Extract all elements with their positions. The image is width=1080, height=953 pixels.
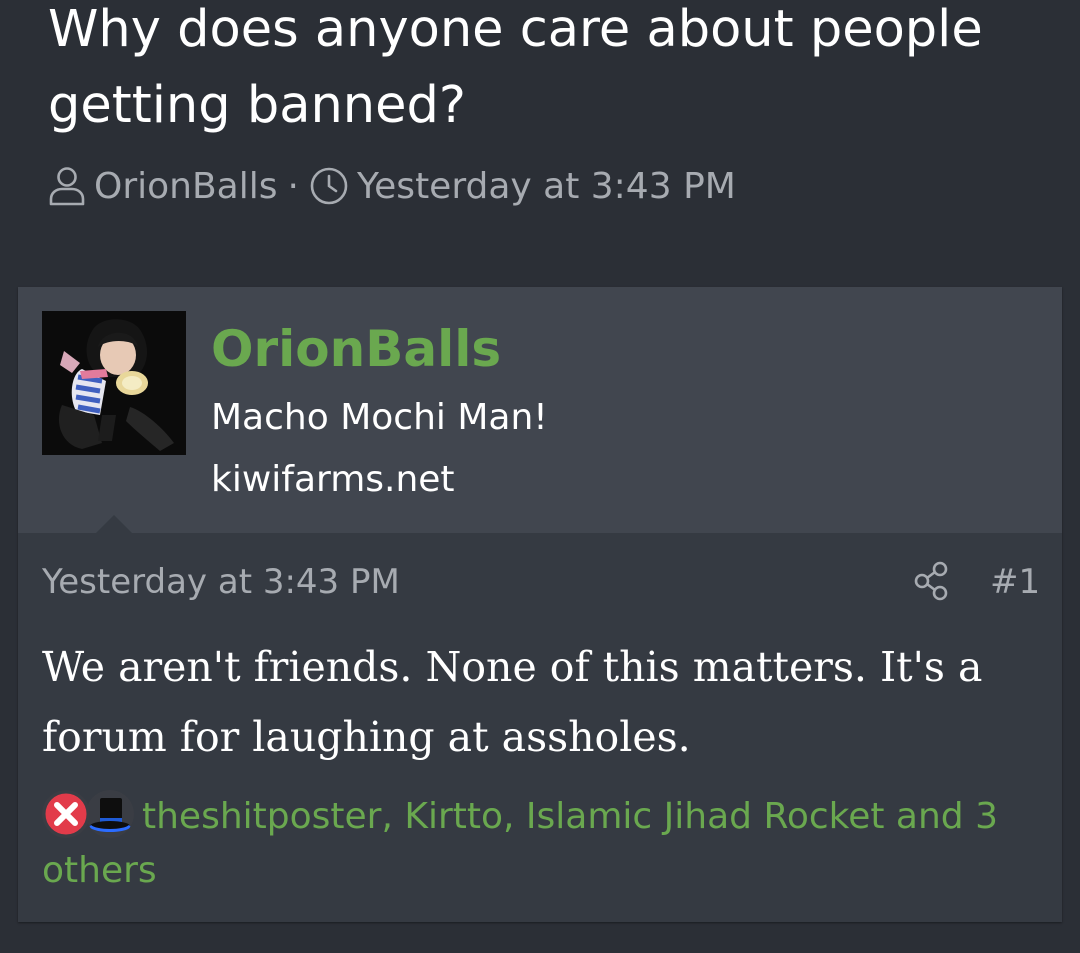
user-site: kiwifarms.net bbox=[211, 459, 455, 500]
thread-time-link[interactable]: Yesterday at 3:43 PM bbox=[357, 166, 736, 207]
share-icon bbox=[913, 561, 953, 605]
x-reaction-icon bbox=[42, 790, 90, 838]
top-hat-reaction-icon bbox=[86, 790, 134, 838]
user-title: Macho Mochi Man! bbox=[211, 397, 548, 438]
reactions-text[interactable]: theshitposter, Kirtto, Islamic Jihad Roc… bbox=[42, 796, 998, 891]
header-arrow bbox=[96, 515, 132, 533]
share-button[interactable] bbox=[911, 561, 955, 605]
reactions-bar[interactable]: theshitposter, Kirtto, Islamic Jihad Roc… bbox=[42, 790, 1032, 898]
post-container: OrionBalls Macho Mochi Man! kiwifarms.ne… bbox=[18, 287, 1062, 922]
post-username[interactable]: OrionBalls bbox=[211, 317, 501, 381]
clock-icon bbox=[309, 166, 349, 206]
thread-meta: OrionBalls · Yesterday at 3:43 PM bbox=[48, 158, 736, 214]
post-date-link[interactable]: Yesterday at 3:43 PM bbox=[42, 559, 400, 605]
user-avatar[interactable] bbox=[42, 311, 186, 455]
user-icon bbox=[48, 166, 86, 206]
post-number-link[interactable]: #1 bbox=[990, 559, 1040, 605]
post-user-header: OrionBalls Macho Mochi Man! kiwifarms.ne… bbox=[18, 287, 1062, 533]
post-body: We aren't friends. None of this matters.… bbox=[42, 643, 983, 761]
meta-separator: · bbox=[287, 165, 299, 207]
thread-author-link[interactable]: OrionBalls bbox=[94, 166, 278, 207]
reaction-icons bbox=[42, 790, 142, 840]
thread-title: Why does anyone care about people gettin… bbox=[48, 0, 983, 135]
